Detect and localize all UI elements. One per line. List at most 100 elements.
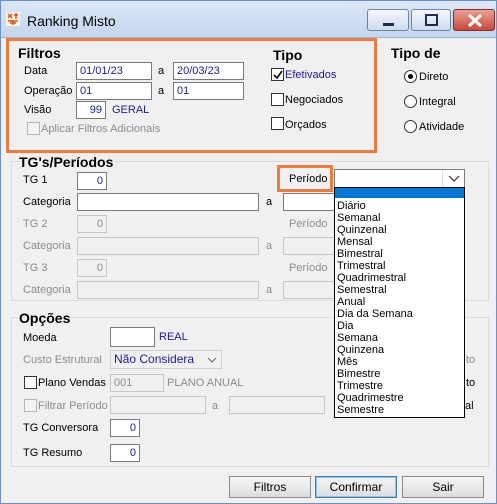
aplicar-filtros-label: Aplicar Filtros Adicionais	[41, 123, 161, 135]
plano-vendas-input[interactable]: 001	[110, 374, 164, 392]
periodo-dropdown-arrow[interactable]	[442, 170, 464, 187]
tg-resumo-input[interactable]: 0	[110, 444, 140, 462]
confirmar-button-label: Confirmar	[329, 480, 383, 494]
tg2-input[interactable]: 0	[77, 215, 107, 233]
window-title: Ranking Misto	[27, 13, 116, 29]
title-bar: Ranking Misto	[1, 1, 496, 38]
maximize-button[interactable]	[411, 9, 451, 31]
app-icon	[6, 12, 20, 26]
filtros-title: Filtros	[18, 45, 61, 61]
negociados-label: Negociados	[285, 94, 344, 106]
operacao-from-input[interactable]: 01	[76, 82, 152, 100]
periodo-option[interactable]: Mês	[337, 356, 358, 368]
categoria1-to-input[interactable]	[283, 193, 335, 211]
tg-conversora-label: TG Conversora	[23, 422, 99, 434]
efetivados-label: Efetivados	[285, 69, 337, 81]
ranking-misto-window: Ranking Misto Filtros Data 01/01/23 a 20…	[0, 0, 497, 504]
orcados-label: Orçados	[285, 119, 327, 131]
filtrar-periodo-to-input[interactable]	[229, 396, 325, 414]
tg-conversora-input[interactable]: 0	[110, 419, 140, 437]
categoria3-sep: a	[266, 284, 273, 296]
periodo-option[interactable]: Dia da Semana	[337, 308, 413, 320]
periodo-option[interactable]: Quinzena	[337, 344, 384, 356]
sair-button[interactable]: Sair	[402, 476, 484, 498]
hidden-text-3: al	[465, 400, 474, 412]
categoria3-to-input[interactable]	[283, 281, 335, 299]
atividade-label: Atividade	[419, 121, 465, 133]
categoria2-to-input[interactable]	[283, 237, 335, 255]
operacao-sep: a	[158, 85, 165, 97]
custo-select[interactable]: Não Considera	[110, 350, 222, 369]
categoria1-sep: a	[266, 196, 273, 208]
tg3-label: TG 3	[23, 262, 48, 274]
data-from-input[interactable]: 01/01/23	[76, 62, 152, 80]
visao-label: Visão	[24, 104, 52, 116]
categoria2-from-input[interactable]	[77, 237, 259, 255]
categoria3-label: Categoria	[23, 284, 71, 296]
periodo-select[interactable]	[334, 169, 465, 188]
periodo-option[interactable]: Semanal	[337, 212, 380, 224]
tgs-title: TG's/Períodos	[18, 154, 115, 170]
atividade-radio[interactable]	[404, 120, 417, 133]
periodo-option[interactable]: Bimestre	[337, 368, 380, 380]
tg1-input[interactable]: 0	[77, 172, 107, 190]
filtros-button[interactable]: Filtros	[229, 476, 311, 498]
data-sep: a	[158, 65, 165, 77]
periodo-option[interactable]: Trimestral	[337, 260, 385, 272]
confirmar-button[interactable]: Confirmar	[315, 476, 397, 498]
periodo-option[interactable]: Quadrimestral	[337, 272, 406, 284]
periodo-option[interactable]: Quinzenal	[337, 224, 387, 236]
maximize-icon	[425, 14, 438, 26]
direto-radio[interactable]	[404, 70, 417, 83]
visao-input[interactable]: 99	[76, 101, 106, 119]
orcados-checkbox[interactable]	[271, 117, 284, 130]
moeda-desc: REAL	[159, 331, 188, 343]
integral-label: Integral	[419, 96, 456, 108]
plano-vendas-checkbox[interactable]	[24, 376, 37, 389]
integral-radio[interactable]	[404, 95, 417, 108]
filtrar-periodo-sep: a	[212, 400, 219, 412]
efetivados-checkbox[interactable]	[271, 68, 284, 81]
periodo-option[interactable]: Mensal	[337, 236, 372, 248]
sair-button-label: Sair	[432, 480, 454, 494]
data-to-input[interactable]: 20/03/23	[173, 62, 244, 80]
custo-value: Não Considera	[114, 352, 195, 366]
close-button[interactable]	[453, 9, 495, 31]
categoria1-from-input[interactable]	[77, 193, 259, 211]
filtrar-periodo-checkbox[interactable]	[24, 399, 37, 412]
periodo-blank-option[interactable]	[335, 188, 464, 198]
tipo-de-title: Tipo de	[391, 45, 441, 61]
categoria2-label: Categoria	[23, 240, 71, 252]
tg2-label: TG 2	[23, 218, 48, 230]
direto-label: Direto	[419, 71, 449, 83]
periodo-dropdown-list[interactable]: Diário Semanal Quinzenal Mensal Bimestral Tri…	[334, 187, 465, 418]
filtros-button-label: Filtros	[253, 480, 287, 494]
tg3-input[interactable]: 0	[77, 259, 107, 277]
periodo-option[interactable]: Trimestre	[337, 380, 383, 392]
periodo-option[interactable]: Quadrimestre	[337, 392, 404, 404]
tipo-title: Tipo	[273, 47, 303, 63]
opcoes-title: Opções	[18, 310, 72, 326]
periodo-option[interactable]: Semana	[337, 332, 378, 344]
periodo-option[interactable]: Semestre	[337, 404, 384, 416]
moeda-input[interactable]	[110, 327, 155, 347]
negociados-checkbox[interactable]	[271, 93, 284, 106]
periodo-option[interactable]: Bimestral	[337, 248, 383, 260]
radio-selected-dot	[408, 74, 413, 79]
aplicar-filtros-checkbox[interactable]	[27, 122, 40, 135]
categoria1-label: Categoria	[23, 196, 71, 208]
checkmark-icon	[273, 70, 283, 80]
periodo-option[interactable]: Anual	[337, 296, 365, 308]
minimize-button[interactable]	[367, 9, 409, 31]
close-icon	[467, 13, 483, 28]
filtrar-periodo-from-input[interactable]	[110, 396, 206, 414]
plano-vendas-label: Plano Vendas	[38, 377, 106, 389]
periodo-option[interactable]: Diário	[337, 200, 366, 212]
operacao-to-input[interactable]: 01	[173, 82, 244, 100]
periodo-option[interactable]: Semestral	[337, 284, 387, 296]
plano-vendas-desc: PLANO ANUAL	[167, 377, 244, 389]
periodo-option[interactable]: Dia	[337, 320, 354, 332]
categoria3-from-input[interactable]	[77, 281, 259, 299]
periodo2-label: Período	[289, 218, 328, 230]
visao-desc: GERAL	[112, 104, 150, 116]
